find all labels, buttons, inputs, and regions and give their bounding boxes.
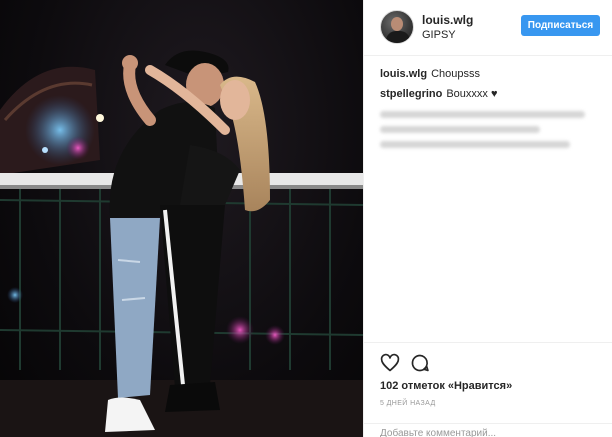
add-comment-bar [364,423,612,437]
comments-list: louis.wlg Choupsss stpellegrino Bouxxxx ♥ [380,67,600,156]
avatar-face [391,17,403,31]
post-photo[interactable] [0,0,363,437]
post-sidebar: louis.wlg GIPSY Подписаться louis.wlg Cho… [363,0,612,437]
comment-input[interactable] [380,428,600,437]
post-actions: 102 отметок «Нравится» 5 дней назад [364,342,612,437]
caption-username[interactable]: louis.wlg [380,68,427,80]
comment-item: stpellegrino Bouxxxx ♥ [380,87,600,101]
location-link[interactable]: GIPSY [422,29,456,41]
username-link[interactable]: louis.wlg [422,13,473,27]
blurred-line [380,111,585,118]
blurred-line [380,141,570,148]
avatar[interactable] [380,10,414,44]
likes-count[interactable]: 102 отметок «Нравится» [380,380,512,392]
instagram-post: louis.wlg GIPSY Подписаться louis.wlg Cho… [0,0,612,437]
caption: louis.wlg Choupsss [380,67,600,81]
post-timestamp[interactable]: 5 дней назад [380,400,436,407]
comment-username[interactable]: stpellegrino [380,88,442,100]
photo-illustration [0,50,363,437]
follow-button[interactable]: Подписаться [521,15,600,36]
caption-text: Choupsss [431,68,480,80]
post-header: louis.wlg GIPSY Подписаться [364,0,612,56]
avatar-body [386,31,410,43]
blurred-line [380,126,540,133]
comment-text: Bouxxxx ♥ [446,88,498,100]
heart-icon[interactable] [380,353,400,373]
comment-icon[interactable] [410,353,430,373]
blurred-comments [380,111,600,148]
